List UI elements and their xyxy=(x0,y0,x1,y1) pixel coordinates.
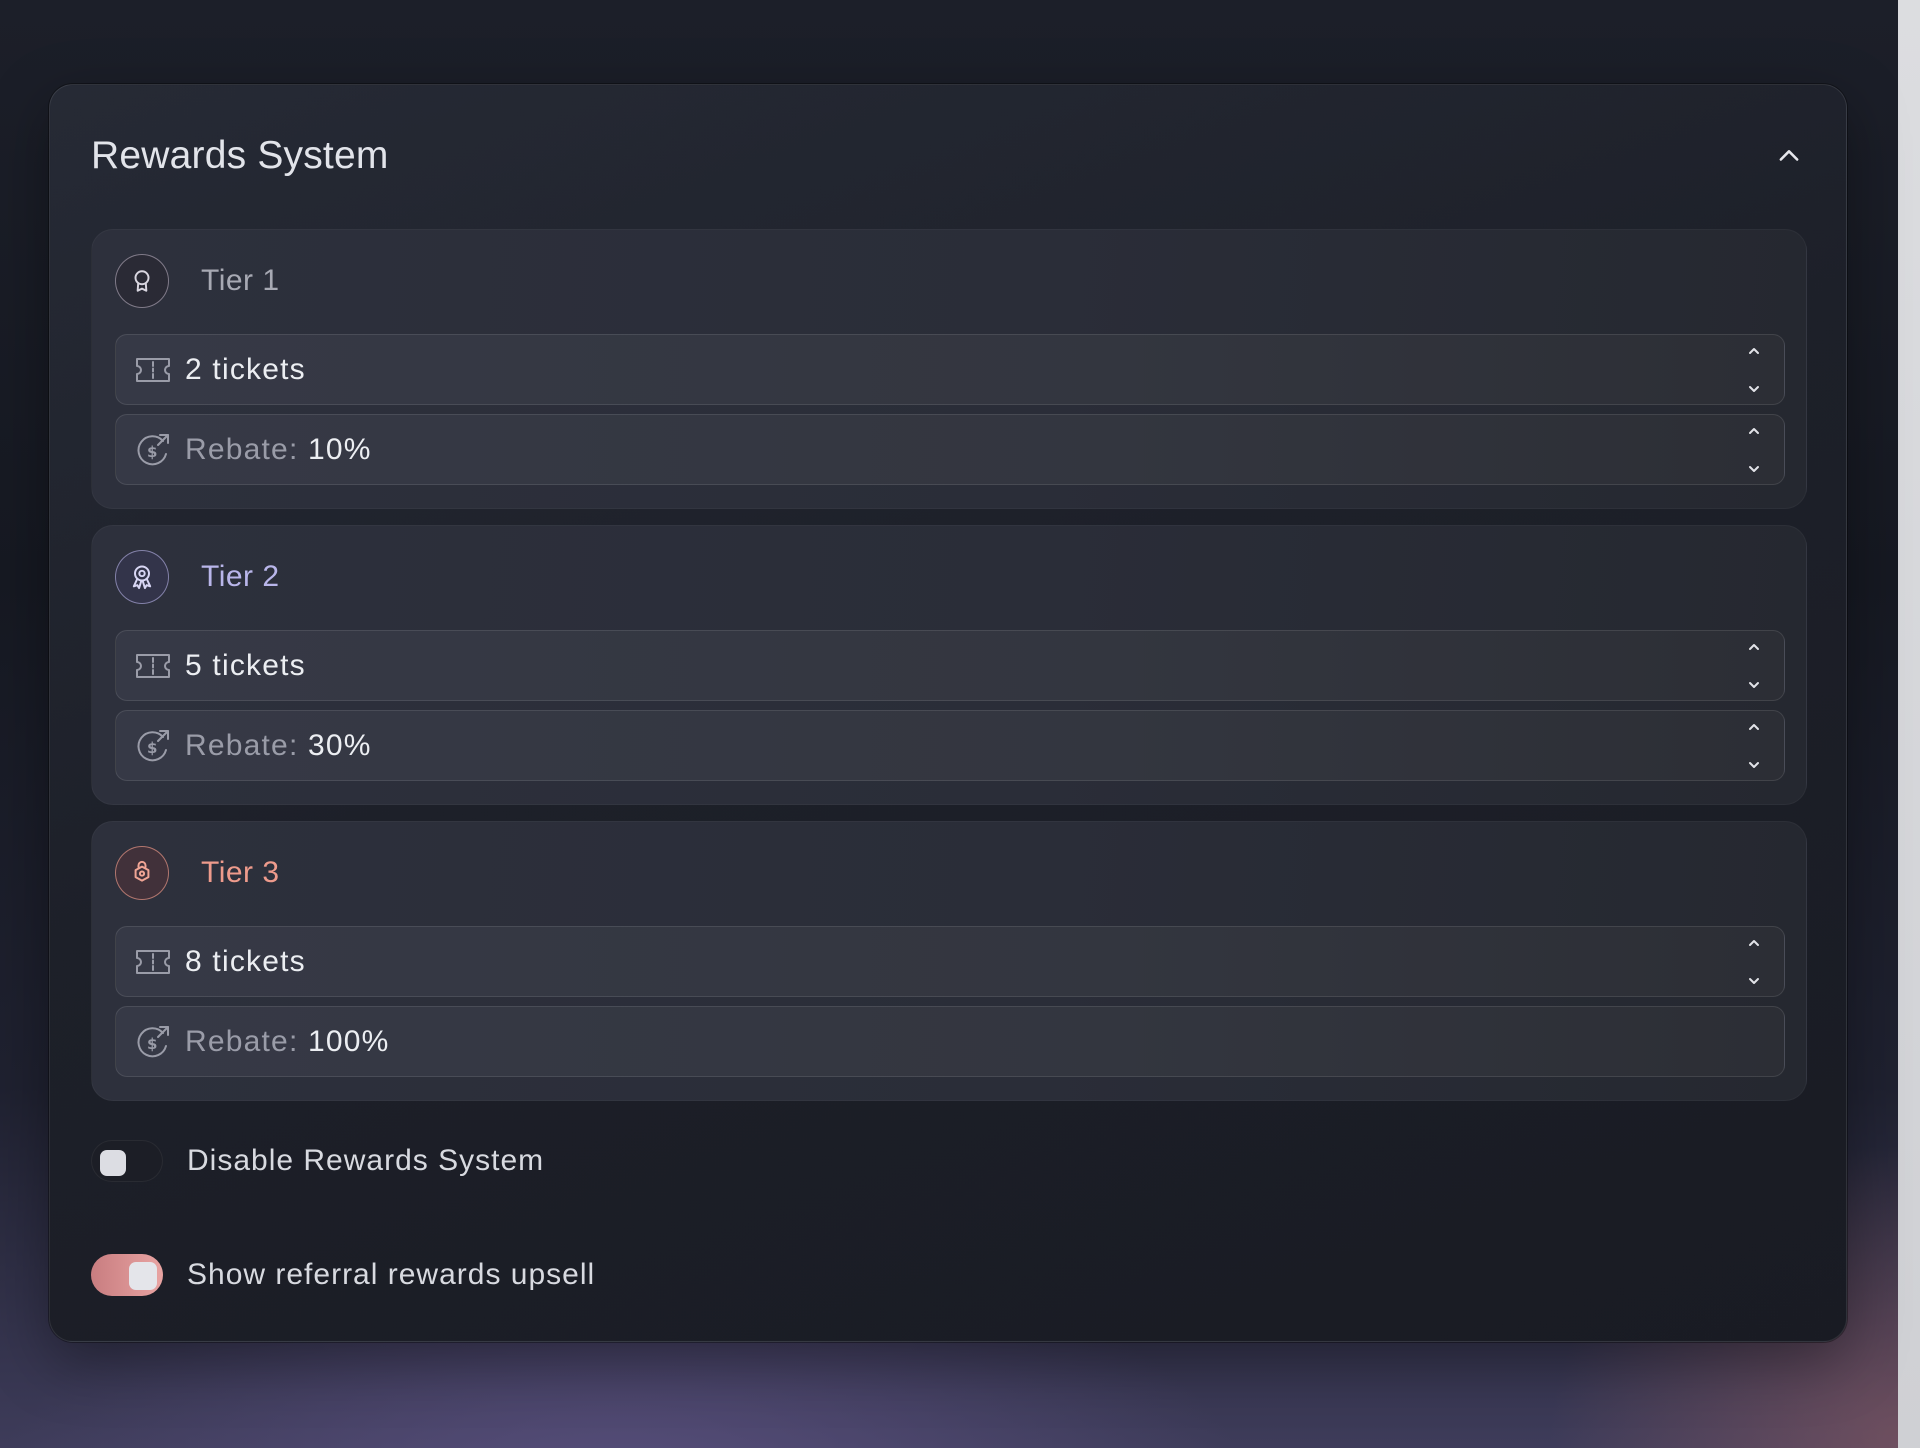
tier-badge xyxy=(115,550,169,604)
disable-rewards-toggle[interactable] xyxy=(91,1140,163,1182)
chevron-up-icon[interactable] xyxy=(1746,721,1762,733)
tier-header: Tier 3 xyxy=(115,845,280,901)
tier-card-1: Tier 1 2 tickets $ Rebate: 10% xyxy=(91,229,1807,509)
tier-card-3: Tier 3 8 tickets $ Rebate: 100% xyxy=(91,821,1807,1101)
window-edge xyxy=(1898,0,1920,1448)
medal-icon xyxy=(132,565,152,590)
chevron-down-icon[interactable] xyxy=(1746,759,1762,771)
disable-rewards-label: Disable Rewards System xyxy=(187,1144,545,1177)
chevron-down-icon[interactable] xyxy=(1746,679,1762,691)
tickets-stepper[interactable] xyxy=(1742,937,1766,987)
ticket-icon xyxy=(133,942,173,982)
tier-card-2: Tier 2 5 tickets $ Rebate: 30% xyxy=(91,525,1807,805)
chevron-up-icon[interactable] xyxy=(1746,641,1762,653)
tier-badge xyxy=(115,254,169,308)
award-icon xyxy=(134,270,150,292)
svg-text:$: $ xyxy=(147,739,157,757)
chevron-down-icon[interactable] xyxy=(1746,463,1762,475)
ticket-icon xyxy=(133,646,173,686)
rebate-label: Rebate: xyxy=(185,432,299,466)
dollar-refund-icon: $ xyxy=(133,726,173,766)
tickets-stepper[interactable] xyxy=(1742,345,1766,395)
chevron-down-icon[interactable] xyxy=(1746,383,1762,395)
tickets-value: 8 tickets xyxy=(185,944,306,978)
rebate-text: Rebate: 10% xyxy=(185,433,372,467)
tickets-value: 5 tickets xyxy=(185,648,306,682)
chevron-up-icon[interactable] xyxy=(1746,425,1762,437)
lock-badge-icon xyxy=(134,860,150,882)
panel-title: Rewards System xyxy=(91,134,389,177)
tier-header: Tier 2 xyxy=(115,549,280,605)
dollar-refund-icon: $ xyxy=(133,430,173,470)
rebate-stepper[interactable] xyxy=(1742,425,1766,475)
rebate-text: Rebate: 30% xyxy=(185,729,372,763)
dollar-refund-icon: $ xyxy=(133,1022,173,1062)
chevron-up-icon[interactable] xyxy=(1746,937,1762,949)
referral-upsell-toggle[interactable] xyxy=(91,1254,163,1296)
tickets-input[interactable]: 5 tickets xyxy=(115,630,1785,701)
tier-header: Tier 1 xyxy=(115,253,280,309)
svg-text:$: $ xyxy=(147,443,157,461)
rewards-panel: Rewards System Tier 1 2 tickets $ Rebate… xyxy=(49,84,1847,1342)
rebate-value: 10% xyxy=(308,432,372,466)
tickets-stepper[interactable] xyxy=(1742,641,1766,691)
rebate-label: Rebate: xyxy=(185,728,299,762)
referral-upsell-row: Show referral rewards upsell xyxy=(91,1253,595,1297)
toggle-knob xyxy=(129,1262,157,1290)
rebate-value: 30% xyxy=(308,728,372,762)
tier-name: Tier 1 xyxy=(201,264,280,297)
rebate-input[interactable]: $ Rebate: 100% xyxy=(115,1006,1785,1077)
rebate-label: Rebate: xyxy=(185,1024,299,1058)
svg-text:$: $ xyxy=(147,1035,157,1053)
disable-rewards-row: Disable Rewards System xyxy=(91,1139,544,1183)
rebate-value: 100% xyxy=(308,1024,390,1058)
tickets-input[interactable]: 8 tickets xyxy=(115,926,1785,997)
rebate-text: Rebate: 100% xyxy=(185,1025,390,1059)
tickets-value: 2 tickets xyxy=(185,352,306,386)
chevron-up-icon xyxy=(1779,150,1799,161)
tickets-input[interactable]: 2 tickets xyxy=(115,334,1785,405)
rebate-input[interactable]: $ Rebate: 10% xyxy=(115,414,1785,485)
tier-badge xyxy=(115,846,169,900)
panel-header: Rewards System xyxy=(91,121,1805,191)
ticket-icon xyxy=(133,350,173,390)
tier-name: Tier 3 xyxy=(201,856,280,889)
rebate-input[interactable]: $ Rebate: 30% xyxy=(115,710,1785,781)
rebate-stepper[interactable] xyxy=(1742,721,1766,771)
chevron-down-icon[interactable] xyxy=(1746,975,1762,987)
referral-upsell-label: Show referral rewards upsell xyxy=(187,1258,596,1291)
collapse-button[interactable] xyxy=(1765,132,1813,180)
toggle-knob xyxy=(100,1150,126,1176)
tier-name: Tier 2 xyxy=(201,560,280,593)
chevron-up-icon[interactable] xyxy=(1746,345,1762,357)
